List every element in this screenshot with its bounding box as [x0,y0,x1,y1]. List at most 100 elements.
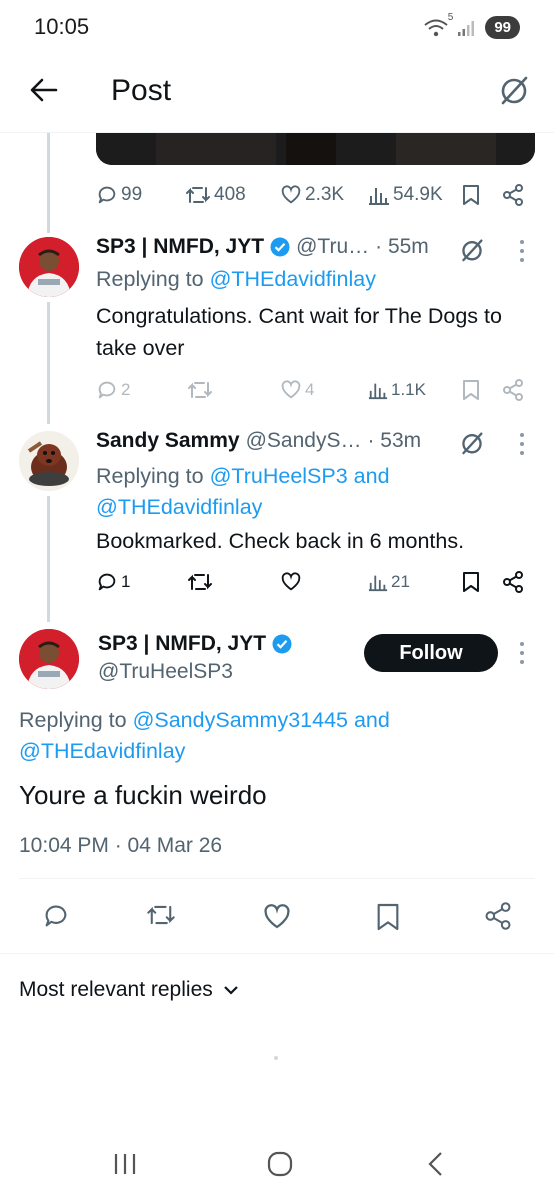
share-icon [503,571,523,593]
previous-post-actions: 99 408 2.3K 54.9K [0,180,554,210]
repost-icon [186,187,210,203]
more-options-icon[interactable] [518,240,526,262]
replying-to-handle[interactable]: @THEdavidfinlay [210,267,376,291]
author-name[interactable]: SP3 | NMFD, JYT [98,632,266,656]
system-back-button[interactable] [426,1150,444,1178]
like-count: 4 [305,380,315,399]
reply-count: 2 [121,380,131,399]
page-title: Post [111,74,172,107]
grok-button[interactable] [458,429,486,457]
reply-icon [98,186,116,204]
share-icon [503,379,523,401]
views-button[interactable]: 21 [368,572,410,592]
status-icons: 5 99 [423,12,520,39]
replying-to: Replying to @THEdavidfinlay [96,267,376,292]
reply-author-line: Sandy Sammy @SandyS… · 53m [96,429,516,453]
author-handle[interactable]: @TruHeelSP3 [98,660,233,684]
views-count: 1.1K [391,380,426,399]
bookmark-button[interactable] [462,184,480,206]
grok-button[interactable] [458,236,486,264]
repost-button[interactable]: 408 [185,184,246,206]
more-options-icon[interactable] [518,642,526,664]
arrow-left-icon [30,78,58,102]
reply-icon [98,381,116,399]
like-button[interactable] [280,571,302,593]
bookmark-icon [377,903,399,931]
views-button[interactable]: 1.1K [368,380,426,400]
replying-to-handle[interactable]: @SandySammy31445 and [133,708,390,732]
author-name[interactable]: SP3 | NMFD, JYT [96,235,264,259]
chevron-left-icon [428,1152,442,1176]
follow-button[interactable]: Follow [364,634,498,672]
repost-button[interactable] [187,379,213,401]
avatar[interactable] [19,431,79,491]
share-button[interactable] [502,379,524,401]
replying-to-handle[interactable]: @THEdavidfinlay [19,736,535,767]
share-icon [485,902,511,930]
post-time: · 53m [367,429,422,452]
system-nav-bar [0,1130,554,1200]
share-icon [503,184,523,206]
like-button[interactable] [262,902,292,932]
author-handle[interactable]: @SandyS… [246,429,362,453]
like-button[interactable]: 2.3K [280,184,344,206]
repost-icon [188,382,212,398]
sort-label: Most relevant replies [19,978,213,1001]
repost-button[interactable] [146,902,176,928]
reply-author-line: SP3 | NMFD, JYT @Tru… · 55m [96,235,516,259]
heart-icon [281,572,301,591]
replying-to-handle[interactable]: @THEdavidfinlay [96,492,536,523]
bookmark-icon [463,185,479,205]
views-icon [368,575,388,592]
replying-to: Replying to @TruHeelSP3 and @THEdavidfin… [96,461,536,523]
replying-to-handle[interactable]: @TruHeelSP3 and [210,464,390,488]
views-count: 54.9K [393,184,443,205]
home-icon [267,1151,293,1177]
grok-button[interactable] [496,72,532,108]
repost-button[interactable] [187,571,213,593]
replying-to-prefix: Replying to [96,267,204,291]
post-time: · 55m [375,235,429,258]
reply-count: 99 [121,184,143,205]
heart-icon [264,904,290,929]
main-author-line: SP3 | NMFD, JYT [98,632,292,656]
reply-button[interactable]: 2 [96,379,130,401]
more-options-icon[interactable] [518,433,526,455]
author-name[interactable]: Sandy Sammy [96,429,240,453]
divider [19,878,535,879]
avatar[interactable] [19,237,79,297]
grok-icon [462,432,483,455]
loading-indicator [274,1056,278,1060]
share-button[interactable] [502,184,524,206]
share-button[interactable] [484,902,512,930]
reply-count: 1 [121,572,131,591]
avatar[interactable] [19,629,79,689]
bookmark-button[interactable] [376,902,400,932]
reply-button[interactable] [42,902,70,930]
recent-apps-button[interactable] [112,1152,138,1176]
bookmark-button[interactable] [462,379,480,401]
bookmark-button[interactable] [462,571,480,593]
views-button[interactable]: 54.9K [368,184,443,206]
repost-icon [147,905,175,925]
heart-icon [281,185,301,204]
battery-indicator: 99 [485,16,520,39]
share-button[interactable] [502,571,524,593]
heart-icon [281,380,301,399]
reply-button[interactable]: 1 [96,571,130,593]
grok-icon [501,76,528,105]
reply-button[interactable]: 99 [96,184,142,206]
back-button[interactable] [28,74,60,106]
main-post-actions [0,900,554,934]
repost-icon [188,574,212,590]
reply-icon [45,905,67,927]
home-button[interactable] [266,1150,294,1178]
verified-badge-icon [270,237,290,257]
sort-replies-dropdown[interactable]: Most relevant replies [19,978,239,1002]
like-button[interactable]: 4 [280,379,314,401]
author-handle[interactable]: @Tru… [296,235,369,259]
replying-to: Replying to @SandySammy31445 and @THEdav… [19,705,535,767]
verified-badge-icon [272,634,292,654]
previous-post-media[interactable] [96,133,535,165]
bookmark-icon [463,380,479,400]
